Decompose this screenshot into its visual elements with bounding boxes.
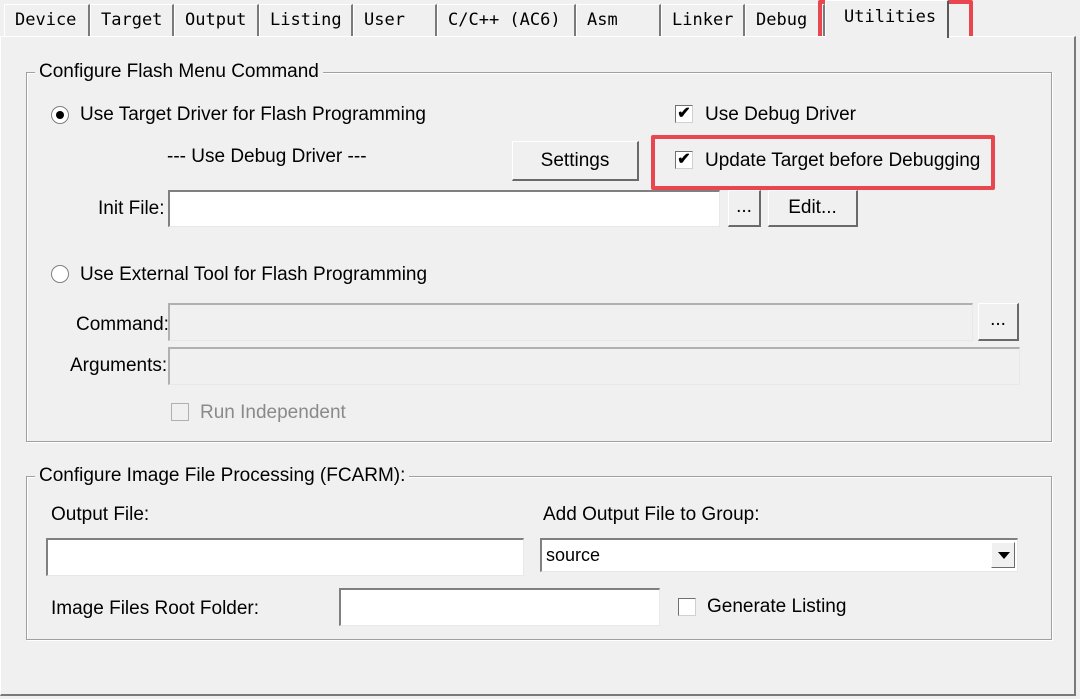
command-browse-button[interactable]: ... <box>978 303 1019 341</box>
tab-target[interactable]: Target <box>90 4 174 36</box>
chevron-down-icon <box>998 552 1010 559</box>
use-target-driver-radio[interactable] <box>51 106 69 124</box>
update-target-label: Update Target before Debugging <box>705 150 981 171</box>
checkmark-icon: ✔ <box>677 151 691 168</box>
init-file-browse-button[interactable]: ... <box>728 190 761 227</box>
settings-button[interactable]: Settings <box>512 141 639 181</box>
add-to-group-label: Add Output File to Group: <box>543 504 760 525</box>
output-file-input[interactable] <box>46 538 524 576</box>
root-folder-input[interactable] <box>339 588 660 626</box>
generate-listing-checkbox[interactable] <box>678 598 696 616</box>
tab-output[interactable]: Output <box>174 4 259 36</box>
run-independent-checkbox[interactable] <box>171 403 189 421</box>
arguments-label: Arguments: <box>70 355 168 376</box>
tab-utilities[interactable]: Utilities <box>825 0 949 38</box>
use-external-tool-radio[interactable] <box>51 265 69 283</box>
generate-listing-label: Generate Listing <box>707 596 847 617</box>
tab-debug[interactable]: Debug <box>745 4 825 36</box>
init-file-label: Init File: <box>98 198 165 219</box>
tab-asm[interactable]: Asm <box>576 4 661 36</box>
use-external-tool-label: Use External Tool for Flash Programming <box>80 264 428 285</box>
tab-linker[interactable]: Linker <box>661 4 745 36</box>
dropdown-button[interactable] <box>991 542 1015 568</box>
flash-menu-group: Configure Flash Menu Command <box>26 61 1052 442</box>
debug-driver-text: --- Use Debug Driver --- <box>167 146 367 167</box>
use-target-driver-label: Use Target Driver for Flash Programming <box>80 104 426 125</box>
tab-bar: Device Target Output Listing User C/C++ … <box>0 0 1080 38</box>
image-group-title: Configure Image File Processing (FCARM): <box>35 465 410 487</box>
arguments-input[interactable] <box>168 347 1020 385</box>
use-debug-driver-checkbox[interactable]: ✔ <box>675 105 693 123</box>
command-label: Command: <box>76 314 169 335</box>
run-independent-label: Run Independent <box>200 402 346 423</box>
use-debug-driver-label: Use Debug Driver <box>705 104 856 125</box>
checkmark-icon: ✔ <box>677 105 691 122</box>
init-file-input[interactable] <box>168 190 720 227</box>
command-input[interactable] <box>168 303 973 341</box>
tab-cpp-ac6[interactable]: C/C++ (AC6) <box>437 4 576 36</box>
radio-selected-dot <box>56 111 64 119</box>
group-select-value: source <box>546 545 601 565</box>
edit-button[interactable]: Edit... <box>768 190 858 227</box>
root-folder-label: Image Files Root Folder: <box>51 598 260 619</box>
tab-user[interactable]: User <box>353 4 437 36</box>
tab-listing[interactable]: Listing <box>259 4 353 36</box>
group-select[interactable]: source <box>540 538 1018 572</box>
tab-device[interactable]: Device <box>4 4 90 36</box>
output-file-label: Output File: <box>51 504 150 525</box>
update-target-checkbox[interactable]: ✔ <box>675 151 693 169</box>
flash-group-title: Configure Flash Menu Command <box>35 61 323 83</box>
